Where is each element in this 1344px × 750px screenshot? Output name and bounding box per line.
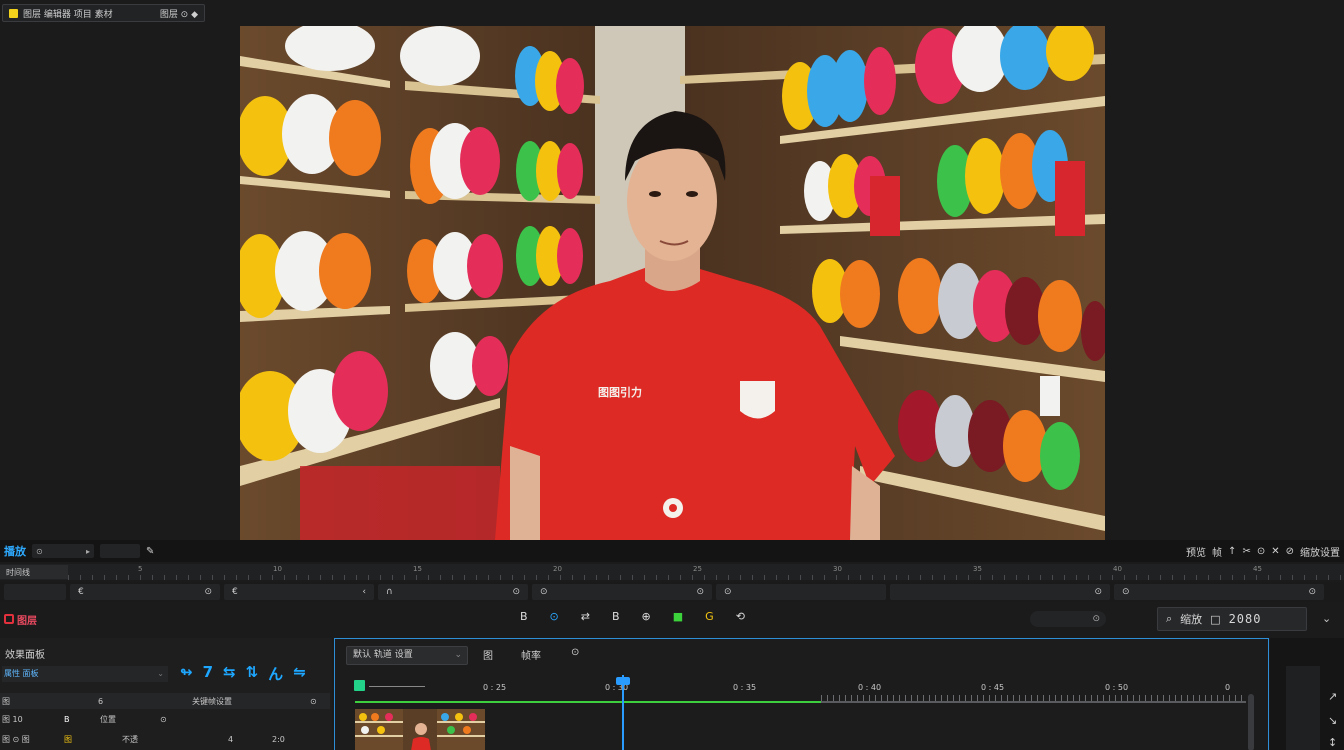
video-preview[interactable]: 图图引力 [240, 26, 1105, 540]
top-tab-right[interactable]: 图层 ⊙ ◆ [160, 7, 198, 20]
record-icon [4, 614, 14, 624]
controls-row: € ⊙ € ‹ ∩ ⊙ ⊙ ⊙ ⊙ ⊙ ⊙ ⊙ [0, 582, 1344, 602]
tool-b-icon[interactable]: B [612, 610, 620, 623]
top-tab-label: 图层 编辑器 项目 素材 [23, 9, 113, 20]
track-dropdown[interactable]: 默认 轨道 设置 ⌄ [346, 646, 468, 665]
layer-icon [9, 8, 18, 18]
playback-bar: 播放 ⊙ ▸ ✎ 预览 帧 ↑ ✂ ⊙ ✕ ⊘ 缩放设置 [0, 540, 1344, 562]
top-tab[interactable]: 图层 编辑器 项目 素材 图层 ⊙ ◆ [2, 4, 205, 22]
ruler-mark: 15 [413, 565, 422, 573]
ruler[interactable]: 时间线 5 10 15 20 25 30 35 40 45 [0, 564, 1344, 580]
ruler-mark: 30 [833, 565, 842, 573]
ruler-mark: 20 [553, 565, 562, 573]
ruler-mark: 45 [1253, 565, 1262, 573]
zoom-label: 缩放 [1180, 613, 1203, 626]
tool-group: B ⊙ ⇄ B ⊕ ■ G ⟲ [520, 610, 745, 623]
tool-color-icon[interactable]: ■ [673, 610, 683, 623]
timeline-panel[interactable]: 默认 轨道 设置 ⌄ 图 帧率 ⊙ 0 : 25 0 : 30 0 : 35 0 … [334, 638, 1269, 750]
cursor-icon[interactable]: ✎ [146, 546, 154, 557]
zoom-box[interactable]: ⌕ 缩放 □ 2080 [1157, 607, 1307, 631]
preview-image: 图图引力 [240, 26, 1105, 540]
tool-swap-icon[interactable]: ⇄ [581, 610, 590, 623]
effect-icons: ↬ 7 ⇆ ⇅ ん ⇋ [180, 663, 306, 684]
arrow-vertical-icon[interactable]: ↕ [1328, 736, 1337, 749]
playback-label[interactable]: 播放 [4, 543, 26, 559]
arrow-down-right-icon[interactable]: ↘ [1328, 714, 1337, 727]
timeline-tab[interactable]: 帧率 [521, 647, 541, 662]
control-cell[interactable]: € ‹ [224, 584, 374, 600]
effect-exchange-icon[interactable]: ⇋ [293, 663, 306, 684]
control-cell[interactable]: ⊙ ⊙ [532, 584, 712, 600]
control-cell[interactable]: ⊙ [890, 584, 1110, 600]
control-cell[interactable]: ⊙ [716, 584, 886, 600]
property-row[interactable]: 图 ⊙ 图 图 不透 4 2:0 [0, 731, 330, 747]
tool-add-icon[interactable]: ⊕ [642, 610, 651, 623]
toolbar: 图层 B ⊙ ⇄ B ⊕ ■ G ⟲ ⊙ ⌕ 缩放 □ 2080 ⌄ [0, 604, 1344, 634]
arrow-up-right-icon[interactable]: ↗ [1328, 690, 1337, 703]
circle-icon[interactable]: ⊙ [1257, 546, 1265, 557]
effect-curve-icon[interactable]: ↬ [180, 663, 193, 684]
svg-text:图图引力: 图图引力 [598, 385, 642, 399]
property-row[interactable]: 图 6 关键帧设置 ⊙ [0, 693, 330, 709]
control-cell[interactable]: ⊙ ⊙ [1114, 584, 1324, 600]
audio-track[interactable] [355, 701, 821, 703]
panel-title: 效果面板 [5, 650, 45, 661]
property-dropdown[interactable]: 属性 面板 ⌄ [2, 666, 168, 682]
effect-vertical-icon[interactable]: ⇅ [246, 663, 259, 684]
ruler-mark: 40 [1113, 565, 1122, 573]
effect-swap-icon[interactable]: ⇆ [223, 663, 236, 684]
search-pill[interactable]: ⊙ [1030, 611, 1106, 627]
zoom-value[interactable]: 2080 [1229, 612, 1262, 626]
zoom-settings-button[interactable]: 缩放设置 [1300, 544, 1340, 559]
property-row[interactable]: 图 10 B 位置 ⊙ [0, 711, 330, 727]
close-icon[interactable]: ✕ [1271, 546, 1279, 557]
effect-seven-icon[interactable]: 7 [203, 663, 213, 684]
ruler-mark: 25 [693, 565, 702, 573]
right-panel: ↗ ↘ ↕ [1270, 638, 1344, 750]
ruler-mark: 10 [273, 565, 282, 573]
timeline-tab[interactable]: 图 [483, 647, 493, 662]
tool-rotate-icon[interactable]: ⟲ [736, 610, 745, 623]
tool-bold-icon[interactable]: B [520, 610, 528, 623]
zoom-icon: ⌕ [1166, 612, 1173, 625]
playhead-handle[interactable] [616, 677, 630, 685]
speed-field[interactable] [100, 544, 140, 558]
ruler-ticks[interactable]: 5 10 15 20 25 30 35 40 45 [68, 564, 1344, 580]
control-cell[interactable] [4, 584, 66, 600]
effects-panel: 效果面板 属性 面板 ⌄ ↬ 7 ⇆ ⇅ ん ⇋ 图 6 关键帧设置 ⊙ 图 10… [0, 638, 332, 750]
tool-circle-icon[interactable]: ⊙ [550, 610, 559, 623]
tool-g-icon[interactable]: G [705, 610, 714, 623]
video-clip-thumbnail[interactable] [355, 709, 485, 750]
effect-wave-icon[interactable]: ん [268, 663, 283, 684]
ruler-mark: 5 [138, 565, 143, 573]
cut-icon[interactable]: ✂ [1242, 546, 1250, 557]
slash-icon[interactable]: ⊘ [1286, 546, 1294, 557]
zoom-square-icon: □ [1210, 612, 1221, 626]
right-strip [1286, 666, 1320, 750]
timeline-tab[interactable]: ⊙ [571, 647, 579, 658]
record-button[interactable]: 图层 [4, 612, 37, 627]
preview-button[interactable]: 预览 [1186, 544, 1206, 559]
chevron-down-icon[interactable]: ⌄ [1322, 612, 1331, 625]
ruler-label: 时间线 [0, 565, 68, 579]
control-cell[interactable]: € ⊙ [70, 584, 220, 600]
empty-track [821, 701, 1246, 703]
up-icon[interactable]: ↑ [1228, 546, 1236, 557]
playhead[interactable] [622, 675, 624, 750]
clip-image [355, 709, 485, 750]
ruler-mark: 35 [973, 565, 982, 573]
timecode-field[interactable]: ⊙ ▸ [32, 544, 94, 558]
frame-button[interactable]: 帧 [1212, 544, 1222, 559]
control-cell[interactable]: ∩ ⊙ [378, 584, 528, 600]
timeline-scrollbar[interactable] [1248, 694, 1254, 750]
